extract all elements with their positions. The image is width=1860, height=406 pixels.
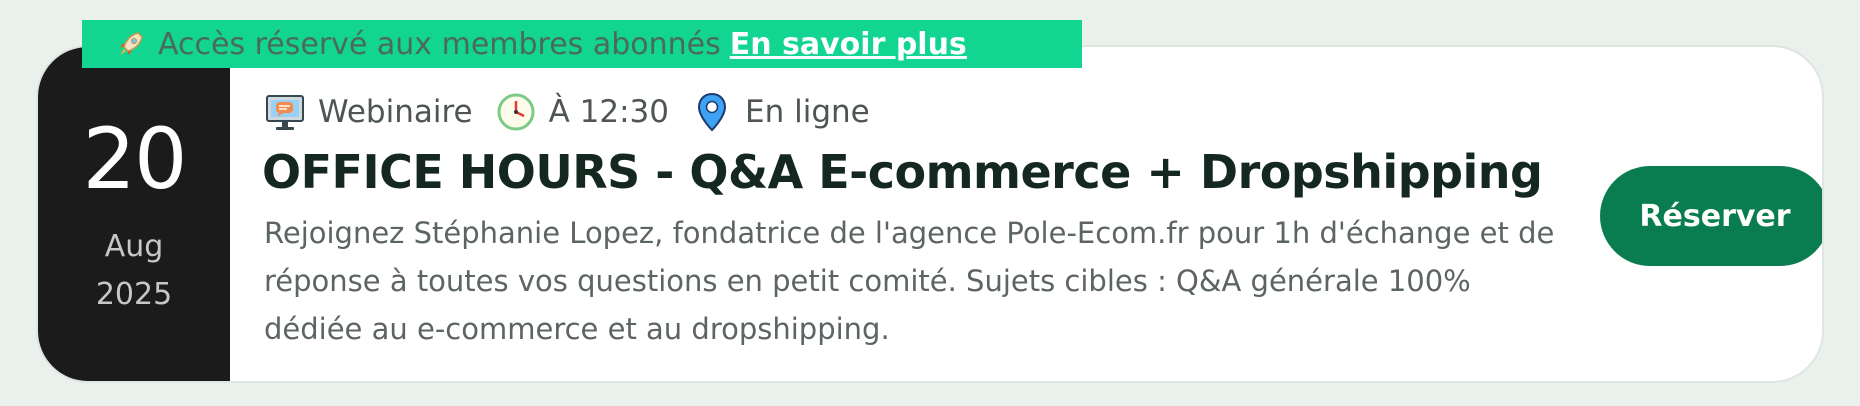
monitor-chat-icon (264, 91, 306, 133)
rocket-icon (116, 29, 146, 59)
map-pin-icon (691, 91, 733, 133)
reserve-button[interactable]: Réserver (1600, 166, 1822, 266)
members-only-banner: Accès réservé aux membres abonnés En sav… (82, 20, 1082, 68)
learn-more-link[interactable]: En savoir plus (730, 27, 967, 62)
event-day: 20 (82, 110, 188, 208)
event-card: 20 Aug 2025 Webinaire À 12:30 En ligne O… (36, 45, 1824, 383)
event-description: Rejoignez Stéphanie Lopez, fondatrice de… (264, 216, 1555, 346)
event-time-label: À 12:30 (548, 94, 669, 130)
event-month: Aug (104, 229, 164, 264)
event-time: À 12:30 (495, 91, 669, 133)
event-location-label: En ligne (745, 94, 870, 130)
banner-text: Accès réservé aux membres abonnés (158, 26, 721, 62)
event-type-label: Webinaire (318, 94, 473, 130)
event-year: 2025 (95, 277, 173, 312)
event-location: En ligne (691, 91, 870, 133)
event-type: Webinaire (264, 91, 473, 133)
event-title: OFFICE HOURS - Q&A E-commerce + Dropship… (262, 145, 1543, 199)
event-meta-row: Webinaire À 12:30 En ligne (264, 91, 892, 133)
clock-icon (495, 91, 537, 133)
event-date-block: 20 Aug 2025 (38, 47, 230, 381)
